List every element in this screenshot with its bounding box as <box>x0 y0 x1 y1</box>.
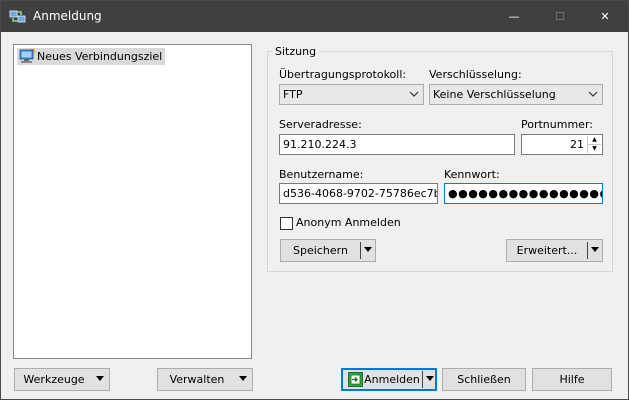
close-window-button[interactable]: ✕ <box>582 1 628 32</box>
close-button-label: Schließen <box>457 373 511 386</box>
advanced-button[interactable]: Erweitert... <box>506 239 603 262</box>
manage-dropdown-arrow-icon <box>239 376 247 381</box>
host-label: Serveradresse: <box>279 118 362 131</box>
title-bar[interactable]: Anmeldung — ☐ ✕ <box>1 1 628 32</box>
help-button[interactable]: Hilfe <box>532 368 612 391</box>
maximize-icon: ☐ <box>555 10 565 23</box>
close-icon: ✕ <box>600 10 610 23</box>
port-input[interactable]: 21 ▲ ▼ <box>521 134 603 155</box>
password-label: Kennwort: <box>444 168 500 181</box>
tools-button[interactable]: Werkzeuge <box>14 368 110 391</box>
spin-down-icon[interactable]: ▼ <box>588 145 601 153</box>
login-button-label: Anmelden <box>364 373 420 386</box>
host-input[interactable]: 91.210.224.3 <box>279 134 515 155</box>
password-input[interactable]: ●●●●●●●●●●●●●●●●●●●●●●●● <box>444 183 603 204</box>
encryption-value: Keine Verschlüsselung <box>433 88 556 101</box>
password-value: ●●●●●●●●●●●●●●●●●●●●●●●● <box>448 187 602 200</box>
login-dropdown-arrow-icon[interactable] <box>426 376 434 381</box>
minimize-button[interactable]: — <box>491 1 537 32</box>
site-tree-item-label: Neues Verbindungsziel <box>37 50 163 63</box>
close-button[interactable]: Schließen <box>442 368 526 391</box>
site-tree-item-new-site[interactable]: Neues Verbindungsziel <box>17 48 166 65</box>
computer-icon <box>19 49 35 63</box>
save-button-label: Speichern <box>293 244 348 257</box>
spin-up-icon[interactable]: ▲ <box>588 136 601 145</box>
winscp-icon <box>9 10 26 23</box>
encryption-select[interactable]: Keine Verschlüsselung <box>429 84 603 105</box>
chevron-down-icon <box>409 91 419 97</box>
session-group-label: Sitzung <box>275 45 317 58</box>
port-spinner[interactable]: ▲ ▼ <box>587 136 601 153</box>
site-tree[interactable]: Neues Verbindungsziel <box>13 44 252 359</box>
protocol-label: Übertragungsprotokoll: <box>279 68 407 81</box>
login-button[interactable]: Anmelden <box>341 368 437 391</box>
port-value: 21 <box>570 138 584 151</box>
encryption-label: Verschlüsselung: <box>429 68 522 81</box>
manage-button-label: Verwalten <box>169 373 225 386</box>
login-icon <box>348 372 363 387</box>
help-button-label: Hilfe <box>559 373 585 386</box>
username-label: Benutzername: <box>279 168 364 181</box>
save-dropdown-arrow-icon[interactable] <box>364 247 372 252</box>
port-label: Portnummer: <box>521 118 593 131</box>
anonymous-label: Anonym Anmelden <box>296 216 401 229</box>
tools-button-label: Werkzeuge <box>23 373 85 386</box>
minimize-icon: — <box>508 10 520 23</box>
login-dialog: Anmeldung — ☐ ✕ Neues Verbindungsziel Si… <box>0 0 629 400</box>
advanced-dropdown-arrow-icon[interactable] <box>591 247 599 252</box>
protocol-select[interactable]: FTP <box>279 84 424 105</box>
maximize-button: ☐ <box>537 1 583 32</box>
protocol-value: FTP <box>283 88 303 101</box>
advanced-button-label: Erweitert... <box>516 244 578 257</box>
host-value: 91.210.224.3 <box>283 138 357 151</box>
username-value: d536-4068-9702-75786ec7b2c4 <box>283 187 437 200</box>
save-button[interactable]: Speichern <box>280 239 376 262</box>
anonymous-checkbox[interactable] <box>280 217 293 230</box>
manage-button[interactable]: Verwalten <box>157 368 253 391</box>
username-input[interactable]: d536-4068-9702-75786ec7b2c4 <box>279 183 438 204</box>
chevron-down-icon <box>588 91 598 97</box>
tools-dropdown-arrow-icon <box>96 376 104 381</box>
window-title: Anmeldung <box>33 9 102 23</box>
